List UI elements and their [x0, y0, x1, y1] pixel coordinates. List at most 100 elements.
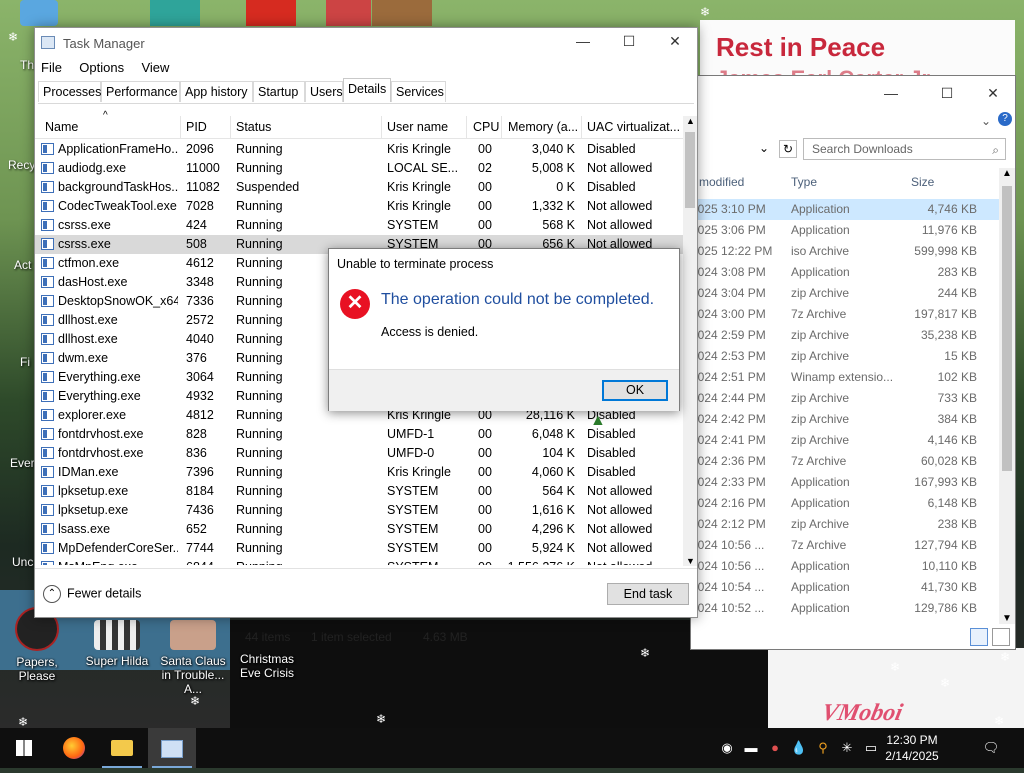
- notification-icon[interactable]: 🗨: [980, 728, 1002, 768]
- tray-monitor-icon[interactable]: ▬: [740, 728, 762, 768]
- file-row[interactable]: 2024 2:16 PM Application 6,148 KB: [691, 493, 1001, 514]
- network-icon[interactable]: ▭: [860, 728, 882, 768]
- menu-file[interactable]: File: [41, 60, 62, 75]
- start-button[interactable]: [0, 728, 48, 768]
- taskbar-file-explorer[interactable]: [98, 728, 146, 768]
- desktop-icon-christmas-eve-crisis[interactable]: Christmas Eve Crisis: [232, 652, 302, 680]
- column-header-type[interactable]: Type: [791, 175, 817, 189]
- column-header-cpu[interactable]: CPU: [473, 120, 499, 134]
- file-row[interactable]: 2024 10:56 ... Application 10,110 KB: [691, 556, 1001, 577]
- details-view-icon[interactable]: [970, 628, 988, 646]
- tab-app-history[interactable]: App history: [180, 81, 253, 102]
- file-row[interactable]: 2024 2:41 PM zip Archive 4,146 KB: [691, 430, 1001, 451]
- fewer-details-button[interactable]: ⌃ Fewer details: [43, 585, 141, 603]
- column-header-status[interactable]: Status: [236, 120, 271, 134]
- column-header-user-name[interactable]: User name: [387, 120, 448, 134]
- process-row[interactable]: audiodg.exe 11000 Running LOCAL SE... 02 5,00…: [35, 159, 683, 178]
- dropdown-chevron-icon[interactable]: ⌄: [759, 141, 769, 155]
- maximize-icon[interactable]: ☐: [927, 82, 967, 104]
- file-row[interactable]: 2024 2:12 PM zip Archive 238 KB: [691, 514, 1001, 535]
- file-row[interactable]: 2024 10:52 ... Application 129,786 KB: [691, 598, 1001, 619]
- scroll-thumb[interactable]: [685, 132, 695, 208]
- tab-details[interactable]: Details: [343, 78, 391, 102]
- process-row[interactable]: MpDefenderCoreSer... 7744 Running SYSTEM 00 5…: [35, 539, 683, 558]
- process-row[interactable]: IDMan.exe 7396 Running Kris Kringle 00 4,060 …: [35, 463, 683, 482]
- tray-drop-icon[interactable]: 💧: [788, 728, 810, 768]
- column-header-pid[interactable]: PID: [186, 120, 207, 134]
- tab-services[interactable]: Services: [391, 81, 446, 102]
- refresh-icon[interactable]: ↻: [779, 140, 797, 158]
- menu-options[interactable]: Options: [79, 60, 124, 75]
- file-row[interactable]: 2024 3:08 PM Application 283 KB: [691, 262, 1001, 283]
- file-row[interactable]: 2025 3:06 PM Application 11,976 KB: [691, 220, 1001, 241]
- tab-users[interactable]: Users: [305, 81, 343, 102]
- column-header-name[interactable]: Name: [45, 120, 78, 134]
- process-row[interactable]: fontdrvhost.exe 828 Running UMFD-1 00 6,048 K…: [35, 425, 683, 444]
- file-explorer-window[interactable]: — ☐ ✕ ⌄ ? ⌄ ↻ Search Downloads ⌕ modifie…: [690, 75, 1016, 650]
- file-row[interactable]: 2024 2:59 PM zip Archive 35,238 KB: [691, 325, 1001, 346]
- column-divider[interactable]: [180, 116, 181, 138]
- menu-view[interactable]: View: [141, 60, 169, 75]
- column-header-date[interactable]: modified: [699, 175, 744, 189]
- process-row[interactable]: MsMpEng.exe 6844 Running SYSTEM 00 1,556,276 …: [35, 558, 683, 565]
- tab-processes[interactable]: Processes: [38, 81, 101, 102]
- file-row[interactable]: 2024 2:53 PM zip Archive 15 KB: [691, 346, 1001, 367]
- address-bar-end[interactable]: ⌄ ↻: [691, 138, 801, 160]
- tab-performance[interactable]: Performance: [101, 81, 180, 102]
- desktop-icon-super-hilda[interactable]: Super Hilda: [82, 620, 152, 668]
- file-row[interactable]: 2024 3:04 PM zip Archive 244 KB: [691, 283, 1001, 304]
- file-row[interactable]: 2024 3:00 PM 7z Archive 197,817 KB: [691, 304, 1001, 325]
- maximize-icon[interactable]: ☐: [609, 30, 649, 52]
- file-row[interactable]: 2024 2:44 PM zip Archive 733 KB: [691, 388, 1001, 409]
- taskbar-firefox[interactable]: [50, 728, 98, 768]
- process-row[interactable]: csrss.exe 424 Running SYSTEM 00 568 K Not allo…: [35, 216, 683, 235]
- column-divider[interactable]: [501, 116, 502, 138]
- file-row[interactable]: 2025 3:10 PM Application 4,746 KB: [691, 199, 1001, 220]
- column-divider[interactable]: [230, 116, 231, 138]
- scroll-down-icon[interactable]: ▼: [686, 556, 695, 566]
- process-list-scrollbar[interactable]: ▲ ▼: [683, 116, 697, 566]
- process-row[interactable]: backgroundTaskHos... 11082 Suspended Kris K…: [35, 178, 683, 197]
- file-row[interactable]: 2024 10:54 ... Application 41,730 KB: [691, 577, 1001, 598]
- file-row[interactable]: 2025 12:22 PM iso Archive 599,998 KB: [691, 241, 1001, 262]
- scroll-up-icon[interactable]: ▲: [686, 116, 695, 126]
- close-icon[interactable]: ✕: [973, 82, 1013, 104]
- process-row[interactable]: fontdrvhost.exe 836 Running UMFD-0 00 104 K Di…: [35, 444, 683, 463]
- minimize-icon[interactable]: —: [563, 30, 603, 52]
- file-row[interactable]: 2024 2:42 PM zip Archive 384 KB: [691, 409, 1001, 430]
- process-row[interactable]: lpksetup.exe 7436 Running SYSTEM 00 1,616 K No…: [35, 501, 683, 520]
- explorer-titlebar[interactable]: — ☐ ✕: [691, 76, 1015, 110]
- taskbar-clock[interactable]: 12:30 PM 2/14/2025: [882, 732, 942, 764]
- column-divider[interactable]: [381, 116, 382, 138]
- large-icons-view-icon[interactable]: [992, 628, 1010, 646]
- desktop-icon-papers-please[interactable]: Papers, Please: [2, 607, 72, 683]
- scroll-thumb[interactable]: [1002, 186, 1012, 471]
- column-header-uac[interactable]: UAC virtualizat...: [587, 120, 680, 134]
- minimize-icon[interactable]: —: [871, 82, 911, 104]
- tray-app-icon[interactable]: ◉: [716, 728, 738, 768]
- explorer-scrollbar[interactable]: ▲ ▼: [999, 168, 1015, 624]
- file-row[interactable]: 2024 10:56 ... 7z Archive 127,794 KB: [691, 535, 1001, 556]
- close-icon[interactable]: ✕: [655, 30, 695, 52]
- chevron-down-icon[interactable]: ⌄: [981, 114, 991, 128]
- search-input[interactable]: Search Downloads ⌕: [803, 138, 1006, 160]
- file-row[interactable]: 2024 2:51 PM Winamp extensio... 102 KB: [691, 367, 1001, 388]
- tab-startup[interactable]: Startup: [253, 81, 305, 102]
- end-task-button[interactable]: End task: [607, 583, 689, 605]
- desktop-icon-santa-claus[interactable]: Santa Claus in Trouble... A...: [158, 620, 228, 696]
- ok-button[interactable]: OK: [602, 380, 668, 401]
- column-header-size[interactable]: Size: [911, 175, 934, 189]
- column-divider[interactable]: [581, 116, 582, 138]
- process-row[interactable]: CodecTweakTool.exe 7028 Running Kris Kringl…: [35, 197, 683, 216]
- error-dialog[interactable]: Unable to terminate process ✕ The operat…: [328, 248, 680, 411]
- taskbar-task-manager[interactable]: [148, 728, 196, 768]
- file-row[interactable]: 2024 2:36 PM 7z Archive 60,028 KB: [691, 451, 1001, 472]
- tray-snow-icon[interactable]: ✳: [836, 728, 858, 768]
- tray-media-icon[interactable]: ●: [764, 728, 786, 768]
- process-row[interactable]: ApplicationFrameHo... 2096 Running Kris Kri…: [35, 140, 683, 159]
- tray-search-icon[interactable]: ⚲: [812, 728, 834, 768]
- process-row[interactable]: lsass.exe 652 Running SYSTEM 00 4,296 K Not al…: [35, 520, 683, 539]
- task-manager-titlebar[interactable]: Task Manager — ☐ ✕: [35, 28, 697, 58]
- process-row[interactable]: lpksetup.exe 8184 Running SYSTEM 00 564 K Not …: [35, 482, 683, 501]
- column-header-memory[interactable]: Memory (a...: [508, 120, 578, 134]
